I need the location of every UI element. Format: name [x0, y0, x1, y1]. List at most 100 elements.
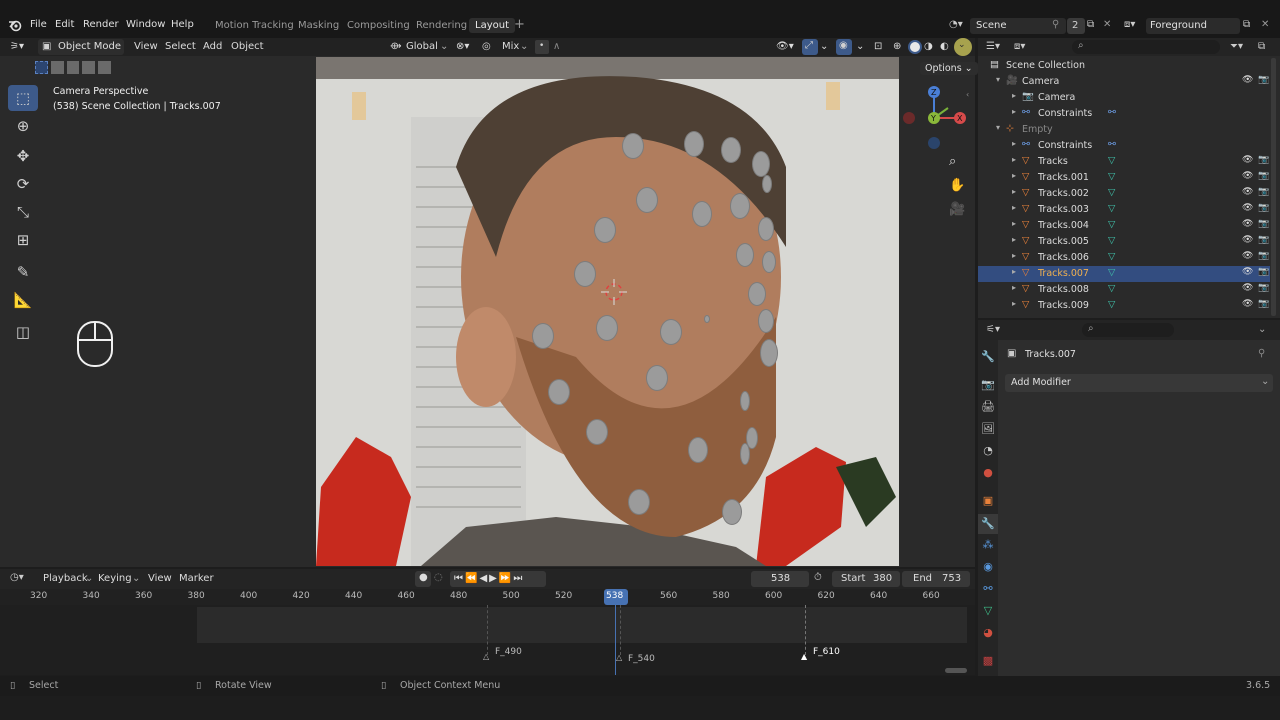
navigation-gizmo[interactable]: Z X Y — [900, 82, 968, 152]
mode-dropdown[interactable]: ▣ Object Mode — [38, 39, 124, 55]
visibility-eye-icon[interactable]: 👁 — [1242, 171, 1253, 181]
blender-logo-icon[interactable] — [8, 18, 22, 32]
expand-chevron-icon[interactable]: ▸ — [1012, 219, 1016, 228]
prev-keyframe-icon[interactable]: ⏪ — [465, 573, 479, 584]
render-visibility-icon[interactable]: 📷 — [1258, 171, 1269, 181]
view-layer-selector[interactable]: Foreground — [1146, 18, 1240, 34]
add-modifier-button[interactable]: Add Modifier ⌄ — [1005, 374, 1273, 392]
visibility-eye-icon[interactable]: 👁 — [1242, 219, 1253, 229]
properties-editor-icon[interactable]: ⚟▾ — [986, 324, 1000, 335]
world-tab-icon[interactable]: ● — [978, 466, 998, 479]
outliner-row[interactable]: ▸ ▽ Tracks.006 👁 📷 ▽ — [978, 250, 1270, 266]
modifier-tab-active[interactable]: 🔧 — [978, 514, 998, 534]
menu-file[interactable]: File — [30, 19, 47, 30]
wireframe-shading-icon[interactable]: ⊕ — [893, 41, 901, 52]
rotate-tool-icon[interactable]: ⟳ — [8, 171, 38, 197]
render-visibility-icon[interactable]: 📷 — [1258, 187, 1269, 197]
material-shading-icon[interactable]: ◑ — [924, 41, 933, 52]
outliner-row[interactable]: ▸ ▽ Tracks.007 👁 📷 ▽ — [978, 266, 1270, 282]
rendered-shading-icon[interactable]: ◐ — [940, 41, 949, 52]
mesh-data-icon[interactable]: ▽ — [1108, 203, 1115, 214]
remove-view-layer-icon[interactable]: ✕ — [1261, 19, 1269, 30]
shading-options-button[interactable]: ⌄ — [954, 38, 972, 56]
render-visibility-icon[interactable]: 📷 — [1258, 299, 1269, 309]
pan-hand-icon[interactable]: ✋ — [949, 178, 965, 193]
outliner-row[interactable]: ▾ ⊹ Empty — [978, 122, 1270, 138]
outliner-row[interactable]: ▤ Scene Collection — [978, 58, 1270, 74]
start-frame-field[interactable]: Start 380 — [832, 571, 900, 587]
marker-label[interactable]: F_540 — [628, 654, 655, 664]
solid-shading-icon[interactable] — [908, 40, 922, 54]
chevron-down-icon[interactable]: ⌄ — [820, 41, 828, 52]
particles-tab-icon[interactable]: ⁂ — [978, 538, 998, 551]
object-tab-icon[interactable]: ▣ — [978, 494, 998, 507]
visibility-eye-icon[interactable]: 👁 — [1242, 75, 1253, 85]
expand-chevron-icon[interactable]: ▸ — [1012, 299, 1016, 308]
menu-timeline-view[interactable]: View — [148, 573, 172, 584]
outliner-editor-icon[interactable]: ☰▾ — [986, 41, 1000, 52]
outliner-row[interactable]: ▾ 🎥 Camera 👁 📷 — [978, 74, 1270, 90]
expand-chevron-icon[interactable]: ▸ — [1012, 171, 1016, 180]
visibility-eye-icon[interactable]: 👁 — [1242, 187, 1253, 197]
tab-motion-tracking[interactable]: Motion Tracking — [215, 20, 294, 31]
outliner-row[interactable]: ▸ ⚯ Constraints ⚯ — [978, 138, 1270, 154]
constraint-data-icon[interactable]: ⚯ — [1108, 107, 1116, 118]
outliner-row[interactable]: ▸ 📷 Camera — [978, 90, 1270, 106]
mesh-data-icon[interactable]: ▽ — [1108, 251, 1115, 262]
3d-cursor-icon[interactable] — [601, 279, 627, 305]
transform-orientation[interactable]: Global — [406, 41, 438, 52]
play-reverse-icon[interactable]: ◀ — [479, 573, 489, 584]
outliner-search-input[interactable]: ⌕ — [1072, 40, 1220, 54]
outliner-row[interactable]: ▸ ▽ Tracks.008 👁 📷 ▽ — [978, 282, 1270, 298]
outliner-row[interactable]: ▸ ▽ Tracks.005 👁 📷 ▽ — [978, 234, 1270, 250]
menu-view[interactable]: View — [134, 41, 158, 52]
mesh-data-icon[interactable]: ▽ — [1108, 299, 1115, 310]
editor-type-icon[interactable]: ⚞▾ — [10, 41, 24, 52]
menu-window[interactable]: Window — [126, 19, 165, 30]
current-frame-field[interactable]: 538 — [751, 571, 809, 587]
mesh-data-icon[interactable]: ▽ — [1108, 155, 1115, 166]
mesh-data-icon[interactable]: ▽ — [1108, 235, 1115, 246]
auto-keying-icon[interactable]: ◌ — [434, 572, 443, 583]
tab-masking[interactable]: Masking — [298, 20, 339, 31]
add-cube-tool-icon[interactable]: ◫ — [8, 319, 38, 345]
tab-layout[interactable]: Layout — [469, 18, 515, 33]
menu-edit[interactable]: Edit — [55, 19, 74, 30]
marker-triangle-icon[interactable]: ▲ — [801, 652, 807, 661]
visibility-eye-icon[interactable]: 👁 — [1242, 155, 1253, 165]
constraints-tab-icon[interactable]: ⚯ — [978, 582, 998, 595]
outliner-row[interactable]: ▸ ▽ Tracks.002 👁 📷 ▽ — [978, 186, 1270, 202]
overlay-toggle-button[interactable]: ◉ — [836, 39, 852, 55]
mesh-data-icon[interactable]: ▽ — [1108, 267, 1115, 278]
expand-chevron-icon[interactable]: ▸ — [1012, 91, 1016, 100]
expand-chevron-icon[interactable]: ▾ — [996, 123, 1000, 132]
material-tab-icon[interactable]: ◕ — [978, 626, 998, 639]
texture-tab-icon[interactable]: ▩ — [978, 654, 998, 667]
select-extend-icon[interactable] — [50, 61, 64, 74]
mesh-data-icon[interactable]: ▽ — [1108, 283, 1115, 294]
mesh-data-icon[interactable]: ▽ — [1108, 187, 1115, 198]
visibility-eye-icon[interactable]: 👁 — [1242, 267, 1253, 277]
select-subtract-icon[interactable] — [66, 61, 80, 74]
chevron-down-icon[interactable]: ⌄ — [856, 41, 864, 52]
outliner-row[interactable]: ▸ ▽ Tracks.004 👁 📷 ▽ — [978, 218, 1270, 234]
visibility-eye-icon[interactable]: 👁 — [1242, 283, 1253, 293]
display-mode-icon[interactable]: ⧈▾ — [1014, 41, 1025, 52]
transform-tool-icon[interactable]: ⊞ — [8, 227, 38, 253]
snap-mode[interactable]: Mix — [502, 41, 519, 52]
physics-tab-icon[interactable]: ◉ — [978, 560, 998, 573]
snap-icon[interactable]: ◎ — [482, 41, 491, 52]
proportional-edit-button[interactable]: • — [535, 40, 549, 54]
menu-playback[interactable]: Playback — [43, 573, 88, 584]
render-visibility-icon[interactable]: 📷 — [1258, 219, 1269, 229]
end-frame-field[interactable]: End 753 — [902, 571, 970, 587]
output-tab-icon[interactable]: 🖨 — [978, 400, 998, 413]
select-intersect-icon[interactable] — [98, 61, 112, 74]
select-new-icon[interactable] — [35, 61, 48, 74]
marker-label[interactable]: F_490 — [495, 647, 522, 657]
zoom-icon[interactable]: ⌕ — [949, 154, 956, 169]
expand-chevron-icon[interactable]: ▸ — [1012, 139, 1016, 148]
render-tab-icon[interactable]: 📷 — [978, 378, 998, 391]
properties-search-input[interactable]: ⌕ — [1082, 323, 1174, 337]
select-invert-icon[interactable] — [82, 61, 96, 74]
